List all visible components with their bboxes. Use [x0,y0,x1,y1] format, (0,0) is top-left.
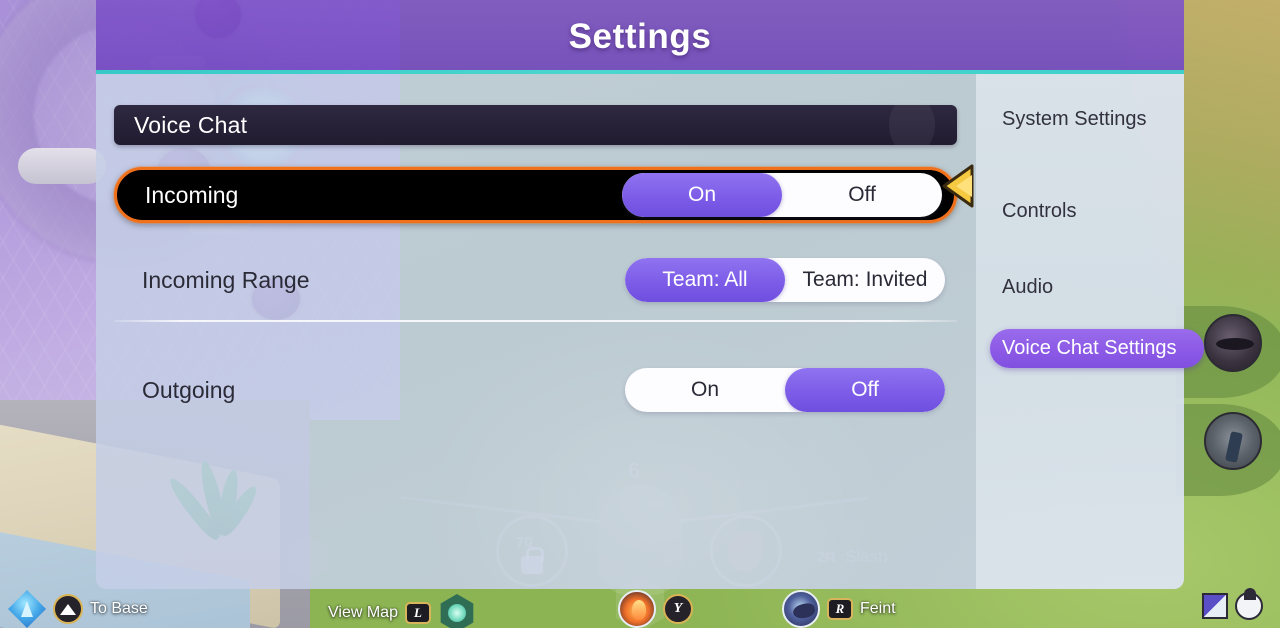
sidebar-item-voice-chat-settings[interactable]: Voice Chat Settings [990,329,1204,368]
cursor-left-chevron-icon [942,163,976,209]
toggle-option-team-invited[interactable]: Team: Invited [785,258,945,302]
section-divider [114,320,957,322]
toggle-option-off[interactable]: Off [785,368,945,412]
settings-sidebar: System Settings Controls Audio Voice Cha… [976,74,1204,589]
section-header-voice-chat: Voice Chat [114,105,957,145]
section-header-label: Voice Chat [134,111,248,138]
dialog-body: Voice Chat Incoming On Off Incoming Rang… [96,74,1204,589]
setting-label-outgoing: Outgoing [142,376,236,403]
toggle-outgoing[interactable]: On Off [625,368,945,412]
setting-label-incoming-range: Incoming Range [142,266,310,293]
sidebar-item-system-settings[interactable]: System Settings [990,100,1204,139]
toggle-incoming-range[interactable]: Team: All Team: Invited [625,258,945,302]
setting-row-incoming[interactable]: Incoming On Off [114,167,957,223]
settings-dialog: Settings Voice Chat Incoming On Off Inco… [96,0,1204,589]
toggle-incoming[interactable]: On Off [622,173,942,217]
dialog-header: Settings [96,0,1184,74]
setting-row-outgoing[interactable]: Outgoing On Off [114,362,957,418]
toggle-option-on[interactable]: On [622,173,782,217]
ally-portrait [1204,314,1262,372]
setting-row-incoming-range[interactable]: Incoming Range Team: All Team: Invited [114,252,957,308]
toggle-option-team-all[interactable]: Team: All [625,258,785,302]
machine-bar [18,148,106,184]
ally-portrait [1204,412,1262,470]
toggle-option-on[interactable]: On [625,368,785,412]
page-title: Settings [568,17,712,56]
toggle-option-off[interactable]: Off [782,173,942,217]
setting-label-incoming: Incoming [145,181,239,208]
sidebar-item-controls[interactable]: Controls [990,192,1204,231]
settings-content-area: Voice Chat Incoming On Off Incoming Rang… [96,74,976,589]
sidebar-item-audio[interactable]: Audio [990,268,1204,307]
